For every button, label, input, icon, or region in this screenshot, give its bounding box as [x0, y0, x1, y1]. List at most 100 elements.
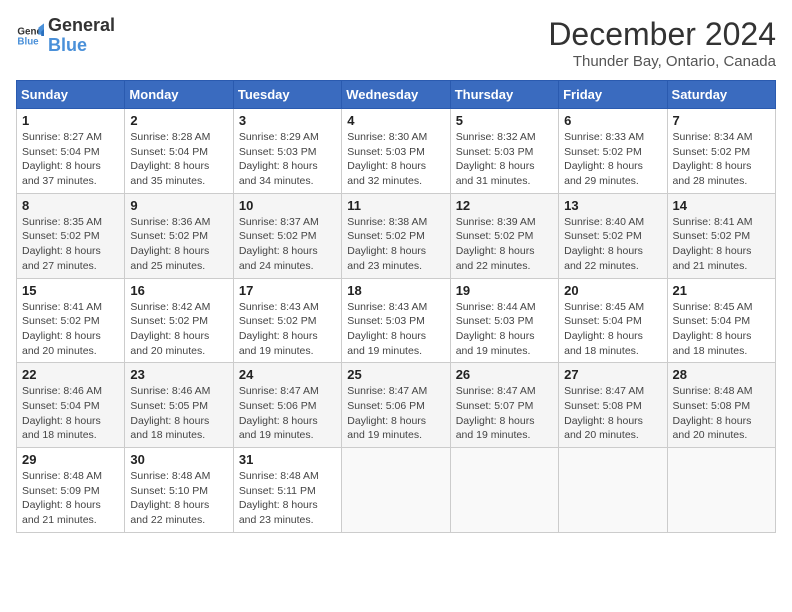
day-cell: 5 Sunrise: 8:32 AMSunset: 5:03 PMDaylight…: [450, 109, 558, 194]
day-number: 17: [239, 283, 336, 298]
day-cell: 23Sunrise: 8:46 AMSunset: 5:05 PMDayligh…: [125, 363, 233, 448]
day-cell: 26 Sunrise: 8:47 AMSunset: 5:07 PMDayligh…: [450, 363, 558, 448]
day-info: Sunrise: 8:40 AMSunset: 5:02 PMDaylight:…: [564, 215, 661, 274]
day-cell: 7 Sunrise: 8:34 AMSunset: 5:02 PMDaylight…: [667, 109, 775, 194]
day-info: Sunrise: 8:36 AMSunset: 5:02 PMDaylight:…: [130, 215, 227, 274]
day-cell: 13 Sunrise: 8:40 AMSunset: 5:02 PMDayligh…: [559, 193, 667, 278]
day-cell: 2 Sunrise: 8:28 AMSunset: 5:04 PMDaylight…: [125, 109, 233, 194]
day-number: 22: [22, 367, 119, 382]
day-number: 6: [564, 113, 661, 128]
day-number: 31: [239, 452, 336, 467]
day-info: Sunrise: 8:37 AMSunset: 5:02 PMDaylight:…: [239, 215, 336, 274]
day-number: 11: [347, 198, 444, 213]
day-number: 16: [130, 283, 227, 298]
day-number: 18: [347, 283, 444, 298]
day-cell: 17 Sunrise: 8:43 AMSunset: 5:02 PMDayligh…: [233, 278, 341, 363]
day-cell: [667, 448, 775, 533]
day-header-row: SundayMondayTuesdayWednesdayThursdayFrid…: [17, 81, 776, 109]
day-info: Sunrise: 8:27 AMSunset: 5:04 PMDaylight:…: [22, 130, 119, 189]
day-info: Sunrise: 8:44 AMSunset: 5:03 PMDaylight:…: [456, 300, 553, 359]
day-info: Sunrise: 8:39 AMSunset: 5:02 PMDaylight:…: [456, 215, 553, 274]
day-info: Sunrise: 8:30 AMSunset: 5:03 PMDaylight:…: [347, 130, 444, 189]
week-row-4: 22 Sunrise: 8:46 AMSunset: 5:04 PMDayligh…: [17, 363, 776, 448]
day-number: 28: [673, 367, 770, 382]
day-info: Sunrise: 8:43 AMSunset: 5:03 PMDaylight:…: [347, 300, 444, 359]
day-info: Sunrise: 8:48 AMSunset: 5:08 PMDaylight:…: [673, 384, 770, 443]
day-cell: 24 Sunrise: 8:47 AMSunset: 5:06 PMDayligh…: [233, 363, 341, 448]
day-info: Sunrise: 8:48 AMSunset: 5:11 PMDaylight:…: [239, 469, 336, 528]
day-cell: 11 Sunrise: 8:38 AMSunset: 5:02 PMDayligh…: [342, 193, 450, 278]
day-header-saturday: Saturday: [667, 81, 775, 109]
svg-text:Blue: Blue: [17, 36, 39, 47]
week-row-3: 15 Sunrise: 8:41 AMSunset: 5:02 PMDayligh…: [17, 278, 776, 363]
day-header-friday: Friday: [559, 81, 667, 109]
day-cell: 6 Sunrise: 8:33 AMSunset: 5:02 PMDaylight…: [559, 109, 667, 194]
day-info: Sunrise: 8:47 AMSunset: 5:06 PMDaylight:…: [347, 384, 444, 443]
day-number: 10: [239, 198, 336, 213]
day-cell: 27 Sunrise: 8:47 AMSunset: 5:08 PMDayligh…: [559, 363, 667, 448]
day-info: Sunrise: 8:41 AMSunset: 5:02 PMDaylight:…: [22, 300, 119, 359]
day-cell: 14Sunrise: 8:41 AMSunset: 5:02 PMDayligh…: [667, 193, 775, 278]
day-info: Sunrise: 8:28 AMSunset: 5:04 PMDaylight:…: [130, 130, 227, 189]
day-cell: 21Sunrise: 8:45 AMSunset: 5:04 PMDayligh…: [667, 278, 775, 363]
week-row-2: 8Sunrise: 8:35 AMSunset: 5:02 PMDaylight…: [17, 193, 776, 278]
day-number: 5: [456, 113, 553, 128]
day-info: Sunrise: 8:29 AMSunset: 5:03 PMDaylight:…: [239, 130, 336, 189]
day-cell: 15 Sunrise: 8:41 AMSunset: 5:02 PMDayligh…: [17, 278, 125, 363]
day-number: 3: [239, 113, 336, 128]
day-info: Sunrise: 8:32 AMSunset: 5:03 PMDaylight:…: [456, 130, 553, 189]
calendar-table: SundayMondayTuesdayWednesdayThursdayFrid…: [16, 80, 776, 533]
day-number: 29: [22, 452, 119, 467]
day-info: Sunrise: 8:46 AMSunset: 5:04 PMDaylight:…: [22, 384, 119, 443]
day-info: Sunrise: 8:47 AMSunset: 5:06 PMDaylight:…: [239, 384, 336, 443]
day-cell: 22 Sunrise: 8:46 AMSunset: 5:04 PMDayligh…: [17, 363, 125, 448]
day-cell: 28 Sunrise: 8:48 AMSunset: 5:08 PMDayligh…: [667, 363, 775, 448]
day-cell: 31 Sunrise: 8:48 AMSunset: 5:11 PMDayligh…: [233, 448, 341, 533]
day-info: Sunrise: 8:48 AMSunset: 5:09 PMDaylight:…: [22, 469, 119, 528]
logo-blue: Blue: [48, 36, 115, 56]
day-number: 15: [22, 283, 119, 298]
day-info: Sunrise: 8:47 AMSunset: 5:07 PMDaylight:…: [456, 384, 553, 443]
day-number: 9: [130, 198, 227, 213]
day-info: Sunrise: 8:46 AMSunset: 5:05 PMDaylight:…: [130, 384, 227, 443]
day-cell: 29 Sunrise: 8:48 AMSunset: 5:09 PMDayligh…: [17, 448, 125, 533]
day-info: Sunrise: 8:48 AMSunset: 5:10 PMDaylight:…: [130, 469, 227, 528]
day-info: Sunrise: 8:38 AMSunset: 5:02 PMDaylight:…: [347, 215, 444, 274]
day-cell: 19 Sunrise: 8:44 AMSunset: 5:03 PMDayligh…: [450, 278, 558, 363]
day-cell: 9 Sunrise: 8:36 AMSunset: 5:02 PMDaylight…: [125, 193, 233, 278]
day-info: Sunrise: 8:34 AMSunset: 5:02 PMDaylight:…: [673, 130, 770, 189]
day-cell: 25 Sunrise: 8:47 AMSunset: 5:06 PMDayligh…: [342, 363, 450, 448]
day-header-wednesday: Wednesday: [342, 81, 450, 109]
day-number: 25: [347, 367, 444, 382]
day-info: Sunrise: 8:33 AMSunset: 5:02 PMDaylight:…: [564, 130, 661, 189]
day-header-thursday: Thursday: [450, 81, 558, 109]
day-header-monday: Monday: [125, 81, 233, 109]
day-cell: 12Sunrise: 8:39 AMSunset: 5:02 PMDayligh…: [450, 193, 558, 278]
day-number: 7: [673, 113, 770, 128]
day-info: Sunrise: 8:35 AMSunset: 5:02 PMDaylight:…: [22, 215, 119, 274]
logo-icon: General Blue: [16, 22, 44, 50]
logo: General Blue General Blue: [16, 16, 115, 56]
day-number: 1: [22, 113, 119, 128]
day-number: 14: [673, 198, 770, 213]
day-info: Sunrise: 8:47 AMSunset: 5:08 PMDaylight:…: [564, 384, 661, 443]
day-cell: 30Sunrise: 8:48 AMSunset: 5:10 PMDayligh…: [125, 448, 233, 533]
day-number: 2: [130, 113, 227, 128]
day-header-tuesday: Tuesday: [233, 81, 341, 109]
day-number: 4: [347, 113, 444, 128]
day-number: 13: [564, 198, 661, 213]
day-cell: [342, 448, 450, 533]
day-info: Sunrise: 8:45 AMSunset: 5:04 PMDaylight:…: [564, 300, 661, 359]
day-number: 26: [456, 367, 553, 382]
day-number: 20: [564, 283, 661, 298]
day-info: Sunrise: 8:43 AMSunset: 5:02 PMDaylight:…: [239, 300, 336, 359]
logo-general: General: [48, 16, 115, 36]
day-number: 24: [239, 367, 336, 382]
day-number: 19: [456, 283, 553, 298]
title-area: December 2024 Thunder Bay, Ontario, Cana…: [548, 16, 776, 70]
day-number: 27: [564, 367, 661, 382]
location-title: Thunder Bay, Ontario, Canada: [548, 53, 776, 70]
day-cell: 20 Sunrise: 8:45 AMSunset: 5:04 PMDayligh…: [559, 278, 667, 363]
header: General Blue General Blue December 2024 …: [16, 16, 776, 70]
day-cell: 8Sunrise: 8:35 AMSunset: 5:02 PMDaylight…: [17, 193, 125, 278]
